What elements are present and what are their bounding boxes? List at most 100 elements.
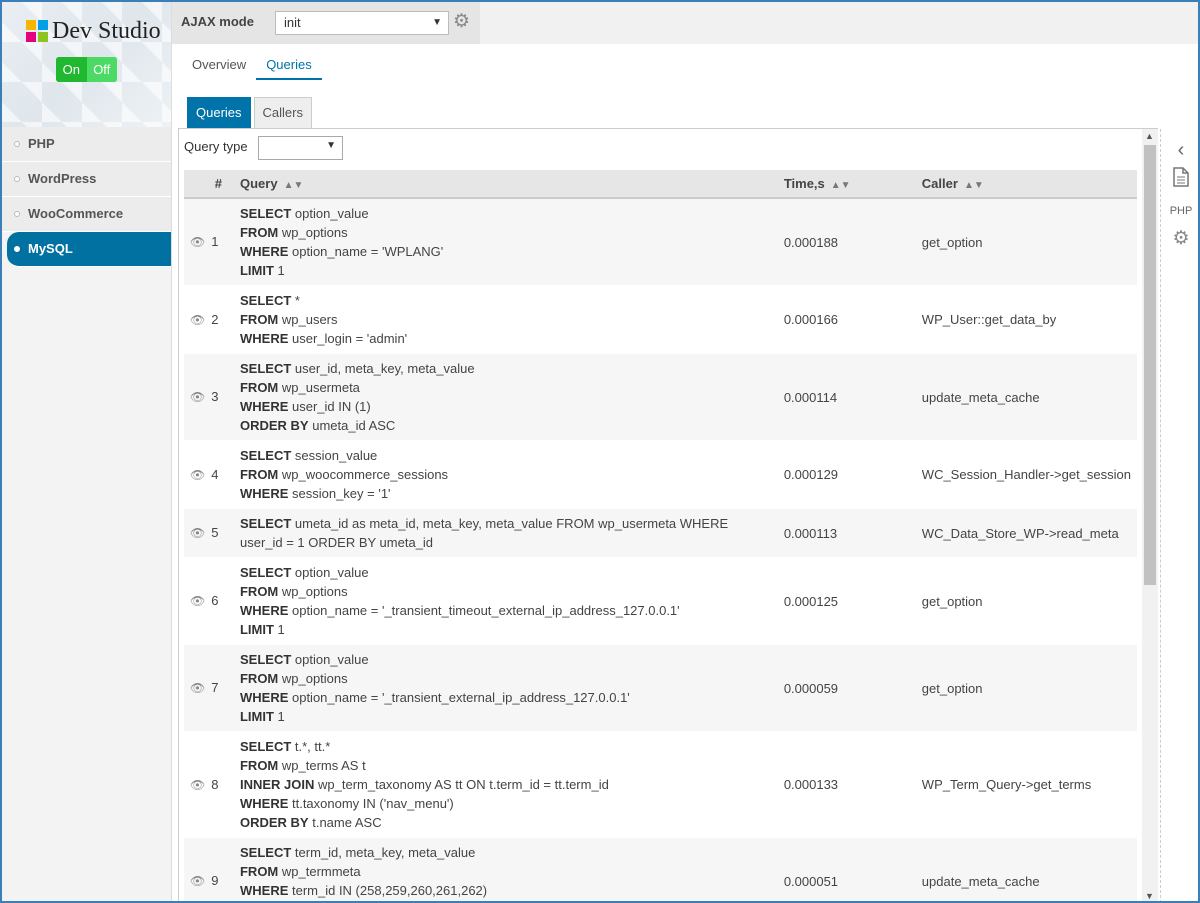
tab-queries[interactable]: Queries	[256, 54, 322, 80]
sql-keyword: SELECT	[239, 845, 292, 860]
gear-icon[interactable]: ⚙	[453, 12, 470, 32]
row-number: 7	[211, 680, 219, 695]
table-row[interactable]: 👁 5 SELECT umeta_id as meta_id, meta_key, …	[184, 508, 1137, 558]
ajax-mode-value: init	[284, 15, 301, 30]
eye-icon[interactable]: 👁	[190, 681, 205, 695]
caller-cell: WP_User::get_data_by	[915, 285, 1137, 354]
sql-text: user_login = 'admin'	[288, 331, 408, 346]
subtab-queries[interactable]: Queries	[187, 97, 251, 128]
sql-keyword: WHERE	[239, 603, 289, 618]
bullet-icon	[14, 211, 20, 217]
caller-cell: WC_Data_Store_WP->read_meta	[915, 508, 1137, 558]
table-row[interactable]: 👁 3 SELECT user_id, meta_key, meta_value FR…	[184, 353, 1137, 441]
table-row[interactable]: 👁 8 SELECT t.*, tt.* FROM wp_terms AS t INNE…	[184, 731, 1137, 838]
sql-text: t.*, tt.*	[291, 739, 331, 754]
sidebar-item-woocommerce[interactable]: WooCommerce	[2, 197, 171, 232]
sidebar-item-mysql[interactable]: MySQL	[7, 232, 171, 267]
chevron-left-icon[interactable]: ‹	[1161, 139, 1198, 161]
query-type-select[interactable]: ▼	[258, 136, 343, 160]
sort-icon[interactable]: ▲▼	[964, 180, 984, 191]
caller-cell: WP_Term_Query->get_terms	[915, 731, 1137, 838]
eye-icon[interactable]: 👁	[190, 594, 205, 608]
document-icon[interactable]	[1161, 167, 1198, 190]
sql-text: term_id, meta_key, meta_value	[291, 845, 476, 860]
scroll-down-arrow-icon[interactable]: ▼	[1145, 891, 1154, 901]
scroll-up-arrow-icon[interactable]: ▲	[1145, 131, 1154, 141]
tab-overview[interactable]: Overview	[182, 54, 256, 80]
eye-icon[interactable]: 👁	[190, 526, 205, 540]
sql-keyword: FROM	[239, 584, 279, 599]
sql-keyword: SELECT	[239, 361, 292, 376]
ajax-mode-box: AJAX mode init ▼ ⚙	[172, 2, 480, 44]
table-row[interactable]: 👁 4 SELECT session_value FROM wp_woocommerc…	[184, 440, 1137, 509]
sql-keyword: SELECT	[239, 565, 292, 580]
caller-cell: get_option	[915, 198, 1137, 286]
sidebar-item-wordpress[interactable]: WordPress	[2, 162, 171, 197]
query-line: WHERE user_login = 'admin'	[240, 329, 772, 348]
sql-keyword: FROM	[239, 225, 279, 240]
sql-keyword: FROM	[239, 380, 279, 395]
toggle-on[interactable]: On	[56, 57, 87, 82]
query-line: FROM wp_options	[240, 223, 772, 242]
bullet-icon	[14, 176, 20, 182]
sql-keyword: FROM	[239, 671, 279, 686]
sql-text: option_value	[291, 565, 369, 580]
gears-icon[interactable]: ⚙	[1161, 227, 1198, 250]
query-line: SELECT session_value	[240, 446, 772, 465]
ajax-mode-select[interactable]: init ▼	[275, 11, 449, 35]
sql-keyword: SELECT	[239, 516, 292, 531]
vertical-scrollbar[interactable]: ▲ ▼	[1142, 129, 1158, 901]
query-line: ORDER BY t.name ASC	[240, 813, 772, 832]
row-number: 2	[211, 311, 219, 327]
sort-icon[interactable]: ▲▼	[284, 180, 304, 191]
query-line: SELECT option_value	[240, 204, 772, 223]
sql-text: wp_options	[278, 584, 348, 599]
sql-keyword: WHERE	[239, 244, 289, 259]
sidebar-item-php[interactable]: PHP	[2, 127, 171, 162]
top-bar: AJAX mode init ▼ ⚙	[172, 2, 1198, 44]
column-header-caller[interactable]: Caller ▲▼	[915, 170, 1137, 199]
sql-text: *	[291, 293, 300, 308]
column-header-time[interactable]: Time,s ▲▼	[777, 170, 916, 199]
subtab-callers[interactable]: Callers	[253, 97, 312, 128]
table-row[interactable]: 👁 1 SELECT option_value FROM wp_options WHER…	[184, 198, 1137, 286]
on-off-toggle[interactable]: On Off	[56, 57, 117, 82]
table-row[interactable]: 👁 2 SELECT * FROM wp_users WHERE user_login …	[184, 285, 1137, 354]
caller-cell: get_option	[915, 557, 1137, 645]
query-cell: SELECT * FROM wp_users WHERE user_login = …	[233, 285, 778, 354]
row-number-cell: 👁 3	[184, 353, 234, 441]
column-header-query[interactable]: Query ▲▼	[233, 170, 778, 199]
time-cell: 0.000125	[777, 557, 916, 645]
toggle-off[interactable]: Off	[86, 57, 117, 82]
sql-text: 1	[273, 622, 285, 637]
query-line: FROM wp_users	[240, 310, 772, 329]
bullet-icon	[14, 141, 20, 147]
dropdown-caret-icon: ▼	[432, 17, 442, 28]
table-row[interactable]: 👁 7 SELECT option_value FROM wp_options WHER…	[184, 644, 1137, 732]
eye-icon[interactable]: 👁	[190, 313, 205, 327]
sql-keyword: SELECT	[239, 448, 292, 463]
time-cell: 0.000113	[777, 508, 916, 558]
table-header-row: # Query ▲▼ Time,s ▲▼ Caller ▲▼	[184, 170, 1137, 199]
row-number: 9	[211, 873, 219, 888]
table-row[interactable]: 👁 9 SELECT term_id, meta_key, meta_value FR…	[184, 837, 1137, 901]
sort-icon[interactable]: ▲▼	[831, 180, 851, 191]
eye-icon[interactable]: 👁	[190, 235, 205, 249]
eye-icon[interactable]: 👁	[190, 468, 205, 482]
table-row[interactable]: 👁 6 SELECT option_value FROM wp_options WHER…	[184, 557, 1137, 645]
row-number: 8	[211, 776, 219, 792]
query-line: WHERE user_id IN (1)	[240, 397, 772, 416]
sql-keyword: INNER JOIN	[239, 777, 315, 792]
query-line: FROM wp_termmeta	[240, 862, 772, 881]
sql-keyword: FROM	[239, 467, 279, 482]
query-line: FROM wp_options	[240, 669, 772, 688]
php-button[interactable]: PHP	[1161, 205, 1198, 217]
sql-keyword: SELECT	[239, 293, 292, 308]
eye-icon[interactable]: 👁	[190, 874, 205, 888]
sql-text: option_value	[291, 652, 369, 667]
query-line: FROM wp_terms AS t	[240, 756, 772, 775]
eye-icon[interactable]: 👁	[190, 390, 205, 404]
eye-icon[interactable]: 👁	[190, 778, 205, 792]
sql-text: option_name = 'WPLANG'	[288, 244, 444, 259]
scrollbar-thumb[interactable]	[1144, 145, 1156, 585]
